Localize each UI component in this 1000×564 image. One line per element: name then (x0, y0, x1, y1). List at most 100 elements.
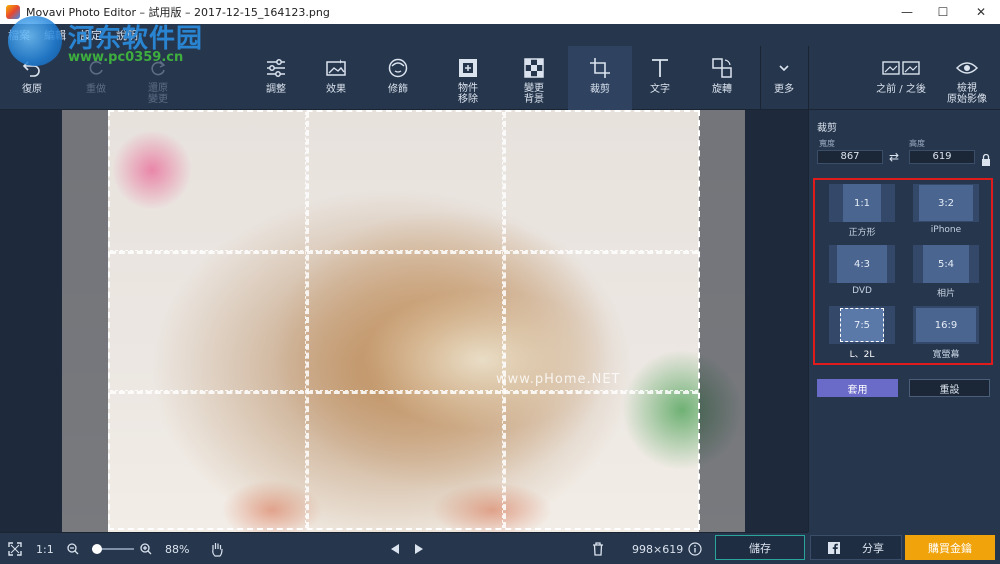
effects-button[interactable]: 效果 (314, 46, 358, 110)
info-icon[interactable] (688, 533, 702, 564)
preset-ratio-text: 4:3 (837, 245, 887, 283)
object-removal-button[interactable]: 物件 移除 (446, 46, 490, 110)
rotate-label: 旋轉 (712, 84, 732, 95)
toolbar-divider (808, 46, 809, 110)
crop-mask-left (62, 110, 108, 532)
background-icon (522, 56, 546, 80)
app-window: Movavi Photo Editor – 試用版 – 2017-12-15_1… (0, 0, 1000, 564)
preset-ratio-text: 7:5 (840, 308, 884, 342)
apply-button[interactable]: 套用 (817, 379, 898, 397)
preset-16-9[interactable]: 16:9 (913, 306, 979, 344)
panel-title: 裁剪 (817, 123, 837, 134)
next-image-icon[interactable] (414, 533, 424, 564)
status-bar: 1:1 88% 998×619 (0, 532, 808, 564)
text-label: 文字 (650, 84, 670, 95)
text-button[interactable]: 文字 (638, 46, 682, 110)
change-background-button[interactable]: 變更 背景 (512, 46, 556, 110)
eye-icon (955, 56, 979, 80)
fit-screen-icon[interactable] (8, 533, 22, 564)
crop-icon (588, 56, 612, 80)
preset-label: L、2L (849, 350, 875, 360)
trash-icon[interactable] (592, 533, 604, 564)
before-after-label: 之前 / 之後 (876, 84, 926, 95)
width-input[interactable]: 867 (817, 150, 883, 164)
preset-5-4[interactable]: 5:4 (913, 245, 979, 283)
preset-3-2[interactable]: 3:2 (913, 184, 979, 222)
adjust-button[interactable]: 調整 (254, 46, 298, 110)
prev-image-icon[interactable] (390, 533, 400, 564)
share-label: 分享 (862, 541, 884, 555)
site-watermark-logo (8, 16, 62, 66)
crop-gridline (502, 112, 506, 528)
save-button[interactable]: 儲存 (715, 535, 805, 560)
reset-button[interactable]: 重設 (909, 379, 990, 397)
preset-1-1[interactable]: 1:1 (829, 184, 895, 222)
more-label: 更多 (774, 84, 794, 95)
preset-ratio-text: 3:2 (919, 185, 973, 221)
before-after-icon (881, 56, 921, 80)
crop-frame[interactable] (108, 110, 700, 530)
adjust-label: 調整 (266, 84, 286, 95)
chevron-down-icon (772, 56, 796, 80)
more-button[interactable]: 更多 (762, 46, 806, 110)
restore-label-1: 還原 (148, 83, 168, 94)
zoom-slider-handle[interactable] (92, 544, 103, 554)
rotate-icon (710, 56, 734, 80)
view-original-label-2: 原始影像 (947, 94, 987, 105)
crop-gridline (110, 390, 698, 394)
restore-label-2: 變更 (148, 94, 168, 105)
width-label: 寬度 (819, 139, 835, 148)
preset-7-5[interactable]: 7:5 (829, 306, 895, 344)
preset-ratio-text: 1:1 (843, 184, 881, 222)
preset-label: iPhone (930, 225, 962, 235)
height-input[interactable]: 619 (909, 150, 975, 164)
image-dimensions: 998×619 (632, 542, 684, 556)
zoom-level: 88% (165, 542, 190, 556)
actual-size-button[interactable]: 1:1 (36, 533, 54, 564)
lock-icon[interactable] (981, 151, 991, 166)
image-canvas[interactable]: www.pHome.NET (0, 110, 808, 532)
before-after-button[interactable]: 之前 / 之後 (866, 46, 936, 110)
preset-ratio-text: 5:4 (923, 245, 969, 283)
undo-label: 復原 (22, 84, 42, 95)
swap-dimensions-icon[interactable]: ⇄ (889, 150, 899, 164)
preset-label: 寬螢幕 (932, 350, 960, 360)
preset-ratio-text: 16:9 (916, 308, 976, 342)
hand-tool-icon[interactable] (210, 533, 224, 564)
object-removal-label-1: 物件 (458, 83, 478, 94)
buy-key-button[interactable]: 購買金鑰 (905, 535, 995, 560)
effects-icon (324, 56, 348, 80)
preset-label: 正方形 (848, 228, 876, 238)
crop-label: 裁剪 (590, 84, 610, 95)
preset-label: DVD (852, 286, 872, 296)
face-icon (386, 56, 410, 80)
crop-panel: 裁剪 寬度 高度 867 ⇄ 619 1:1 正方形 3:2 iPhone 4:… (808, 110, 1000, 532)
retouch-button[interactable]: 修飾 (376, 46, 420, 110)
zoom-in-icon[interactable] (140, 533, 152, 564)
crop-gridline (110, 250, 698, 254)
app-logo-icon (6, 5, 20, 19)
facebook-icon (828, 541, 840, 554)
site-watermark-url: www.pc0359.cn (68, 50, 184, 65)
view-original-label-1: 檢視 (957, 83, 977, 94)
preset-4-3[interactable]: 4:3 (829, 245, 895, 283)
object-removal-icon (456, 56, 480, 80)
text-icon (648, 56, 672, 80)
crop-gridline (305, 112, 309, 528)
height-label: 高度 (909, 139, 925, 148)
change-background-label-1: 變更 (524, 83, 544, 94)
zoom-out-icon[interactable] (67, 533, 79, 564)
redo-label: 重做 (86, 84, 106, 95)
share-button[interactable]: 分享 (810, 535, 902, 560)
sliders-icon (264, 56, 288, 80)
toolbar-divider (760, 46, 761, 110)
crop-button[interactable]: 裁剪 (568, 46, 632, 110)
close-button[interactable]: ✕ (958, 0, 1000, 24)
view-original-button[interactable]: 檢視 原始影像 (940, 46, 994, 110)
rotate-button[interactable]: 旋轉 (700, 46, 744, 110)
crop-mask-right (699, 110, 745, 532)
retouch-label: 修飾 (388, 84, 408, 95)
object-removal-label-2: 移除 (458, 94, 478, 105)
effects-label: 效果 (326, 84, 346, 95)
preset-label: 相片 (936, 289, 955, 299)
